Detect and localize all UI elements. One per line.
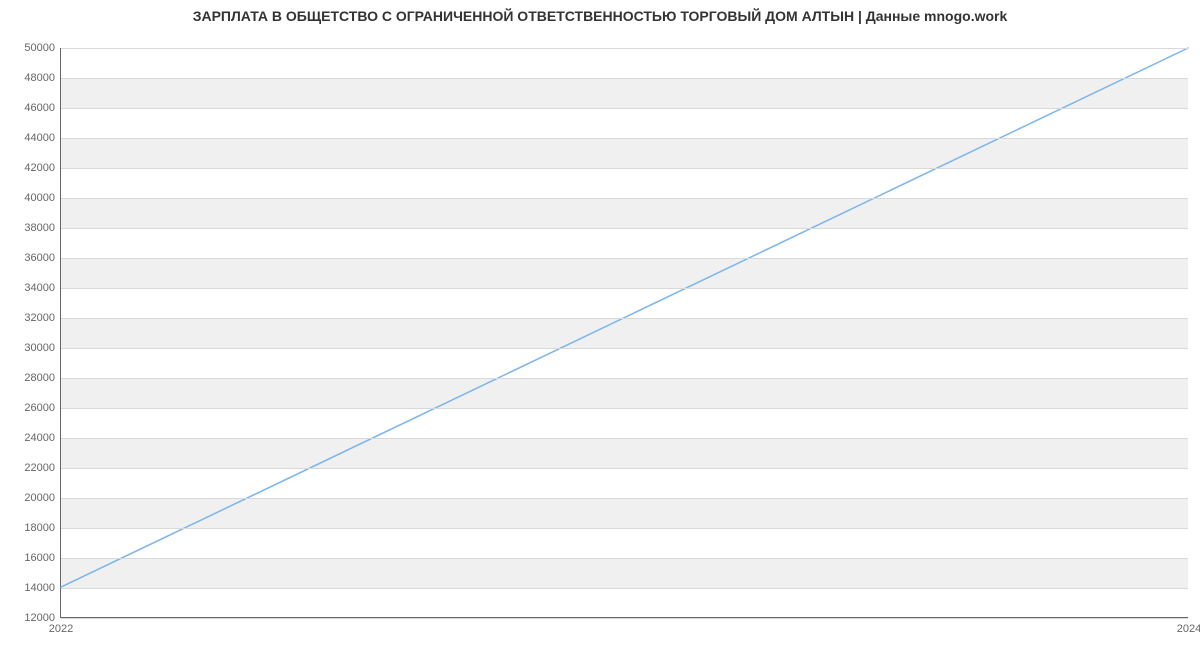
plot-area: 1200014000160001800020000220002400026000… xyxy=(60,48,1188,618)
y-gridline xyxy=(61,48,1188,49)
data-line xyxy=(61,48,1188,617)
x-tick-label: 2022 xyxy=(49,623,73,635)
y-gridline xyxy=(61,498,1188,499)
y-gridline xyxy=(61,408,1188,409)
y-tick-label: 30000 xyxy=(24,342,55,354)
y-tick-label: 22000 xyxy=(24,462,55,474)
y-tick-label: 28000 xyxy=(24,372,55,384)
y-gridline xyxy=(61,198,1188,199)
y-gridline xyxy=(61,528,1188,529)
y-tick-label: 36000 xyxy=(24,252,55,264)
y-gridline xyxy=(61,138,1188,139)
y-tick-label: 50000 xyxy=(24,42,55,54)
salary-line-chart: ЗАРПЛАТА В ОБЩЕТСТВО С ОГРАНИЧЕННОЙ ОТВЕ… xyxy=(0,0,1200,650)
y-gridline xyxy=(61,168,1188,169)
y-tick-label: 46000 xyxy=(24,102,55,114)
y-gridline xyxy=(61,558,1188,559)
y-tick-label: 24000 xyxy=(24,432,55,444)
y-tick-label: 38000 xyxy=(24,222,55,234)
x-tick-label: 2024 xyxy=(1177,623,1200,635)
y-tick-label: 20000 xyxy=(24,492,55,504)
y-gridline xyxy=(61,618,1188,619)
y-tick-label: 40000 xyxy=(24,192,55,204)
y-tick-label: 26000 xyxy=(24,402,55,414)
y-tick-label: 14000 xyxy=(24,582,55,594)
y-gridline xyxy=(61,438,1188,439)
y-gridline xyxy=(61,78,1188,79)
y-gridline xyxy=(61,288,1188,289)
y-tick-label: 48000 xyxy=(24,72,55,84)
y-gridline xyxy=(61,588,1188,589)
y-gridline xyxy=(61,318,1188,319)
chart-title: ЗАРПЛАТА В ОБЩЕТСТВО С ОГРАНИЧЕННОЙ ОТВЕ… xyxy=(0,8,1200,24)
y-gridline xyxy=(61,228,1188,229)
y-tick-label: 16000 xyxy=(24,552,55,564)
y-gridline xyxy=(61,258,1188,259)
y-tick-label: 42000 xyxy=(24,162,55,174)
y-tick-label: 44000 xyxy=(24,132,55,144)
y-tick-label: 18000 xyxy=(24,522,55,534)
y-tick-label: 32000 xyxy=(24,312,55,324)
y-gridline xyxy=(61,348,1188,349)
y-gridline xyxy=(61,468,1188,469)
y-gridline xyxy=(61,378,1188,379)
y-tick-label: 34000 xyxy=(24,282,55,294)
y-gridline xyxy=(61,108,1188,109)
